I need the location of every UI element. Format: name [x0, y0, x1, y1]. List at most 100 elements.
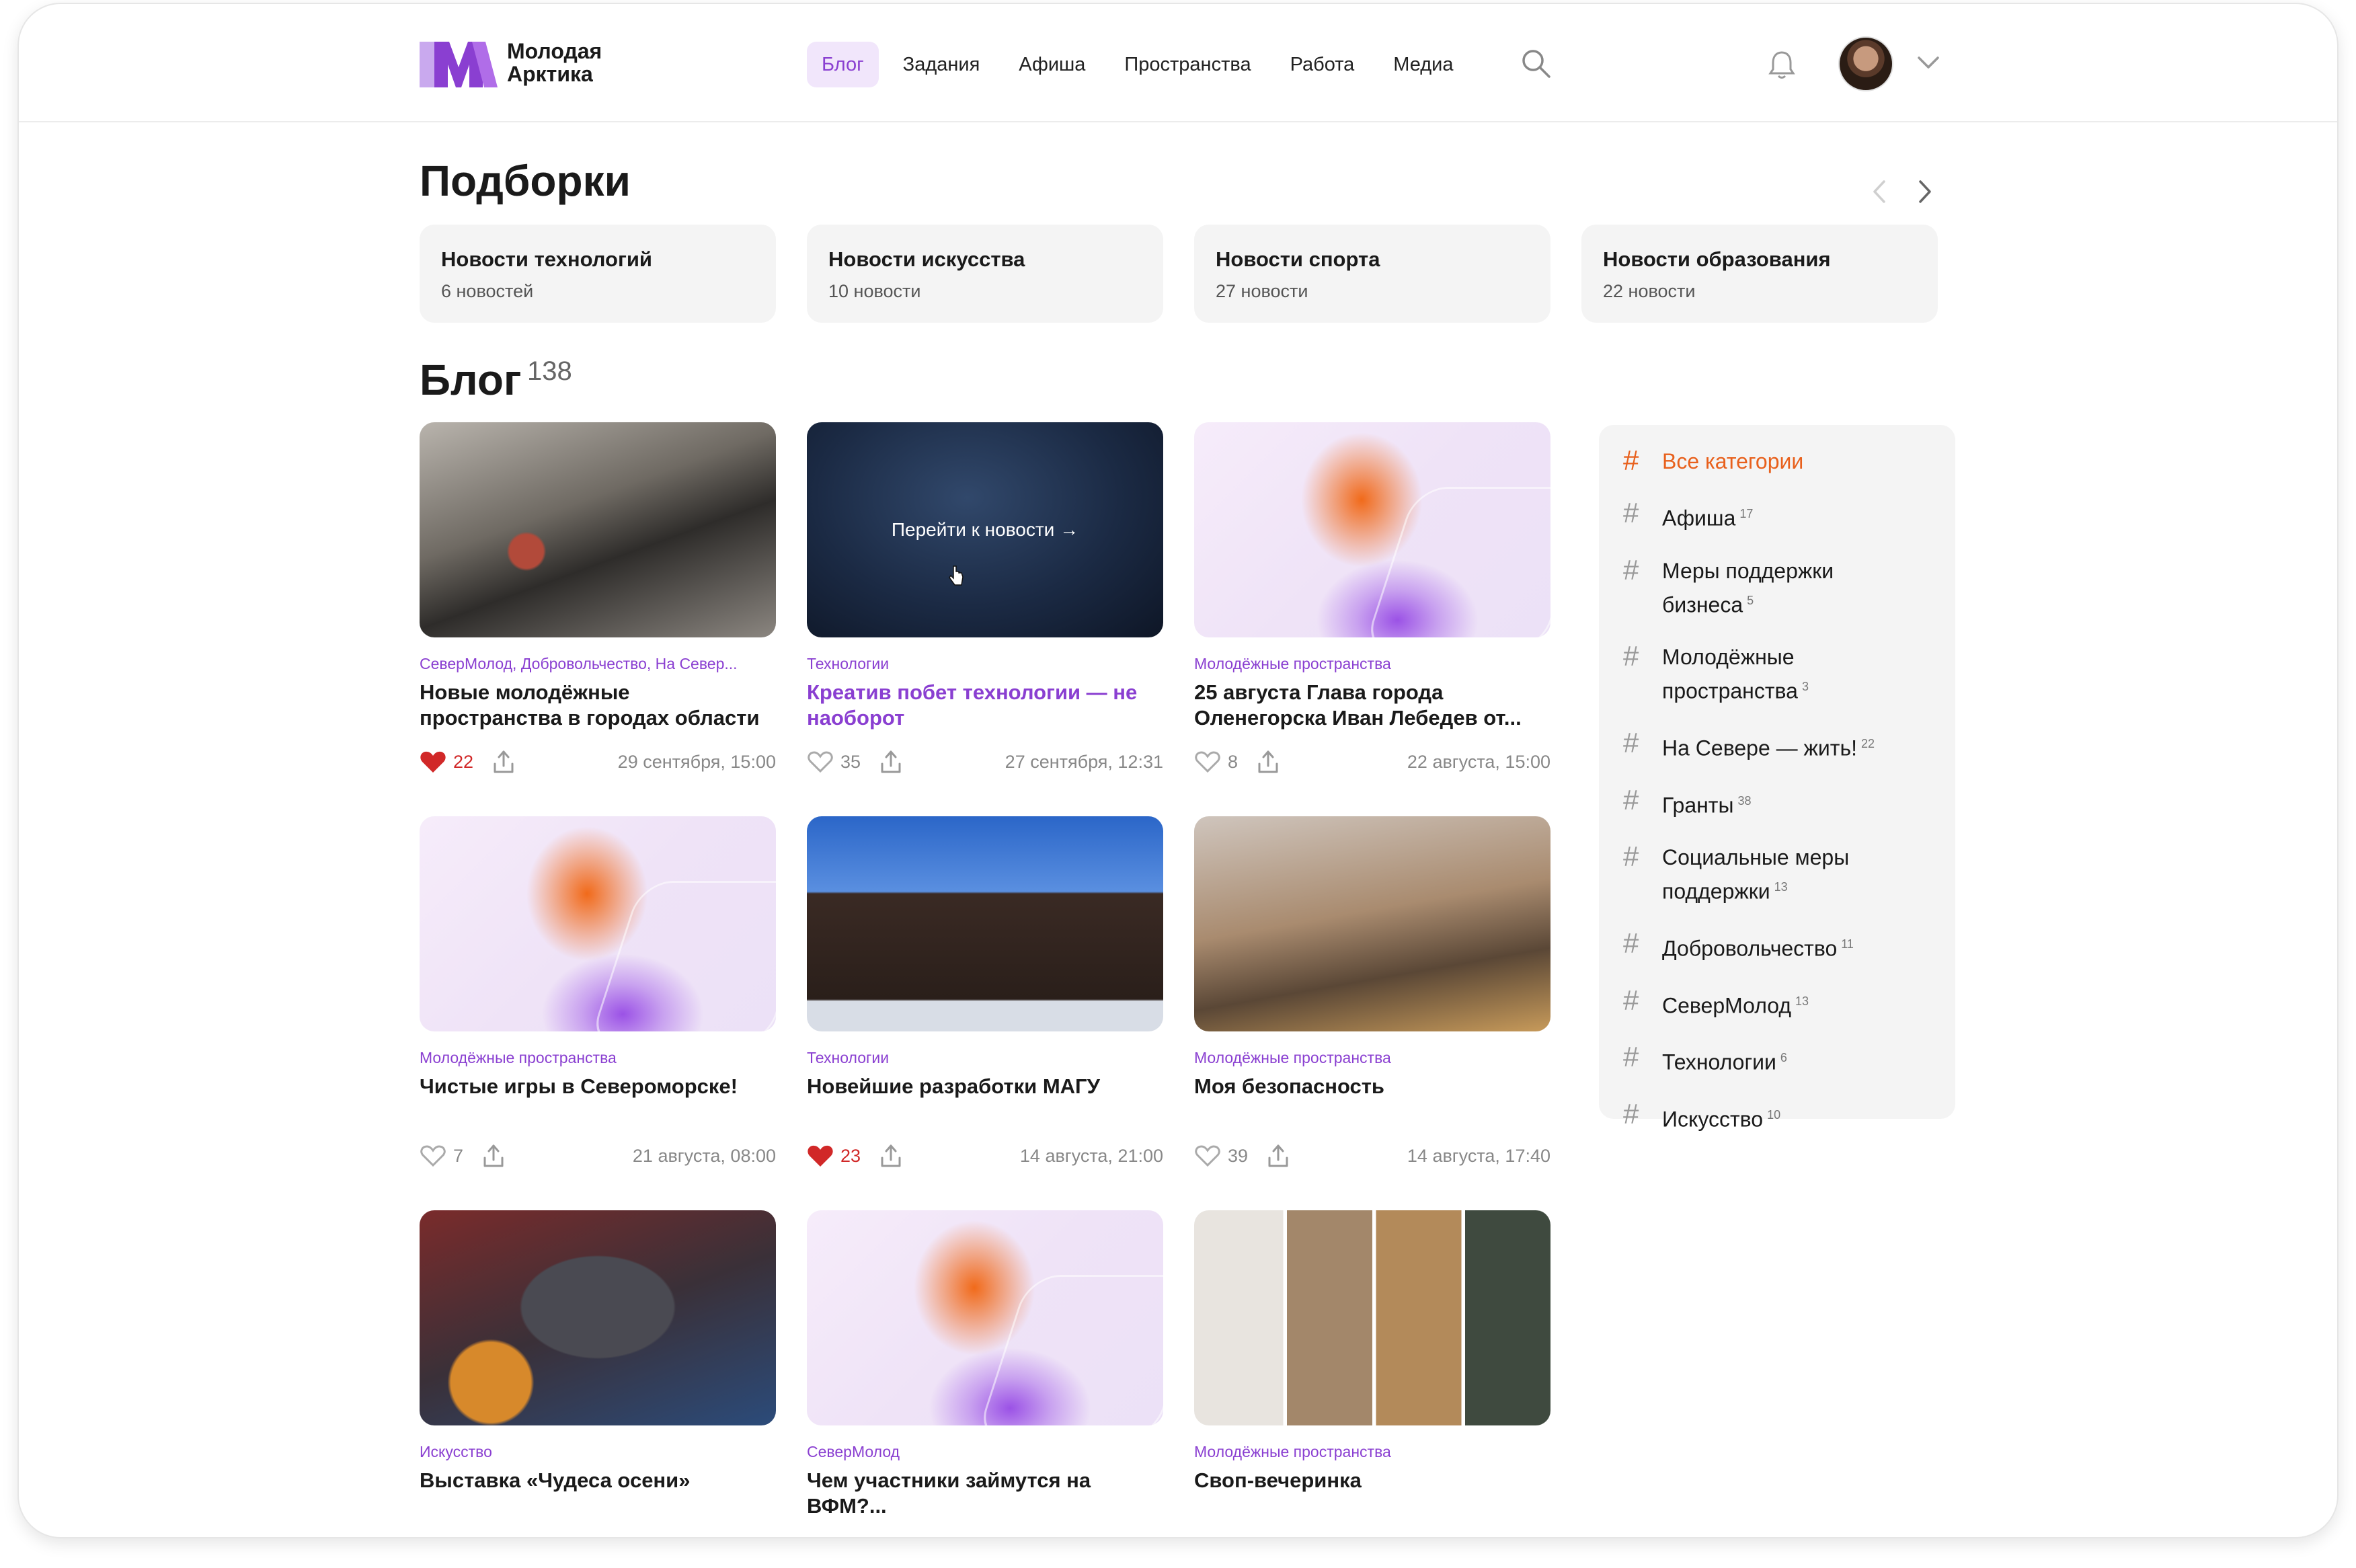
- category-name: На Севере — жить!: [1662, 736, 1858, 760]
- news-image[interactable]: Перейти к новости →: [807, 422, 1163, 637]
- hash-icon: #: [1623, 726, 1639, 758]
- news-title[interactable]: Чем участники займутся на ВФМ?...: [807, 1468, 1163, 1519]
- heart-icon[interactable]: [807, 750, 834, 774]
- nav-spaces[interactable]: Пространства: [1109, 42, 1265, 87]
- collection-card[interactable]: Новости технологий 6 новостей: [420, 225, 776, 323]
- like-count: 7: [453, 1145, 464, 1166]
- collection-card[interactable]: Новости спорта 27 новости: [1194, 225, 1550, 323]
- news-tags[interactable]: Молодёжные пространства: [1194, 1443, 1550, 1461]
- category-all[interactable]: # Все категории: [1623, 446, 1931, 476]
- news-title[interactable]: Своп-вечеринка: [1194, 1468, 1550, 1519]
- nav-work[interactable]: Работа: [1275, 42, 1370, 87]
- collection-card[interactable]: Новости образования 22 новости: [1581, 225, 1938, 323]
- logo-line2: Арктика: [507, 62, 593, 86]
- collection-count: 22 новости: [1603, 281, 1696, 301]
- avatar[interactable]: [1838, 36, 1893, 91]
- share-icon[interactable]: [879, 749, 902, 775]
- arrow-left-icon[interactable]: [1869, 178, 1889, 206]
- logo[interactable]: Молодая Арктика: [420, 38, 602, 87]
- news-title[interactable]: 25 августа Глава города Оленегорска Иван…: [1194, 680, 1550, 731]
- heart-icon[interactable]: [1194, 750, 1221, 774]
- news-card[interactable]: Технологии Новейшие разработки МАГУ 23 1…: [807, 816, 1163, 1169]
- share-icon[interactable]: [1257, 749, 1280, 775]
- news-title[interactable]: Чистые игры в Североморске!: [420, 1074, 776, 1125]
- news-card[interactable]: СеверМолод, Добровольчество, На Север...…: [420, 422, 776, 775]
- news-tags[interactable]: Искусство: [420, 1443, 776, 1461]
- nav-media[interactable]: Медиа: [1378, 42, 1468, 87]
- news-card[interactable]: СеверМолод Чем участники займутся на ВФМ…: [807, 1210, 1163, 1519]
- news-image[interactable]: [807, 816, 1163, 1031]
- news-card[interactable]: Молодёжные пространства 25 августа Глава…: [1194, 422, 1550, 775]
- share-icon[interactable]: [879, 1143, 902, 1169]
- category-live-north[interactable]: # На Севере — жить! 22: [1623, 726, 1931, 763]
- news-image[interactable]: [420, 1210, 776, 1425]
- news-title[interactable]: Выставка «Чудеса осени»: [420, 1468, 776, 1519]
- heart-icon[interactable]: [420, 1144, 446, 1168]
- news-tags[interactable]: Технологии: [807, 655, 1163, 673]
- category-grants[interactable]: # Гранты 38: [1623, 783, 1931, 820]
- go-to-news-link[interactable]: Перейти к новости →: [892, 519, 1078, 541]
- news-card[interactable]: Молодёжные пространства Чистые игры в Се…: [420, 816, 776, 1169]
- news-title[interactable]: Новые молодёжные пространства в городах …: [420, 680, 776, 731]
- news-card[interactable]: Молодёжные пространства Своп-вечеринка: [1194, 1210, 1550, 1519]
- like-count: 35: [840, 751, 861, 772]
- collection-count: 10 новости: [828, 281, 921, 301]
- share-icon[interactable]: [492, 749, 515, 775]
- category-count: 13: [1774, 880, 1788, 894]
- category-label: На Севере — жить! 22: [1662, 729, 1875, 763]
- share-icon[interactable]: [482, 1143, 505, 1169]
- news-image[interactable]: [1194, 816, 1550, 1031]
- news-image[interactable]: [420, 422, 776, 637]
- hash-icon: #: [1623, 984, 1639, 1016]
- news-image[interactable]: [1194, 1210, 1550, 1425]
- heart-icon[interactable]: [807, 1144, 834, 1168]
- share-icon[interactable]: [1267, 1143, 1290, 1169]
- news-meta: 35 27 сентября, 12:31: [807, 748, 1163, 775]
- news-card[interactable]: Перейти к новости → Технологии Креатив п…: [807, 422, 1163, 775]
- hash-icon: #: [1623, 553, 1639, 586]
- news-tags[interactable]: СеверМолод: [807, 1443, 1163, 1461]
- chevron-down-icon[interactable]: [1915, 52, 1942, 73]
- arrow-right-icon[interactable]: [1915, 178, 1935, 206]
- category-name: СеверМолод: [1662, 993, 1792, 1018]
- category-technologies[interactable]: # Технологии 6: [1623, 1043, 1931, 1077]
- categories-sidebar: # Все категории # Афиша 17 # Меры поддерж…: [1599, 425, 1955, 1132]
- news-tags[interactable]: СеверМолод, Добровольчество, На Север...: [420, 655, 776, 673]
- news-tags[interactable]: Технологии: [807, 1049, 1163, 1067]
- news-tags[interactable]: Молодёжные пространства: [420, 1049, 776, 1067]
- news-title[interactable]: Креатив побет технологии — не наоборот: [807, 680, 1163, 731]
- news-tags[interactable]: Молодёжные пространства: [1194, 655, 1550, 673]
- news-image-placeholder[interactable]: [807, 1210, 1163, 1425]
- search-icon[interactable]: [1520, 47, 1552, 79]
- news-image-placeholder[interactable]: [1194, 422, 1550, 637]
- bell-icon[interactable]: [1767, 48, 1797, 81]
- collection-card[interactable]: Новости искусства 10 новости: [807, 225, 1163, 323]
- hover-overlay[interactable]: Перейти к новости →: [807, 422, 1163, 637]
- category-label: Афиша 17: [1662, 499, 1753, 533]
- heart-icon[interactable]: [1194, 1144, 1221, 1168]
- category-youth-spaces[interactable]: # Молодёжные пространства 3: [1623, 642, 1931, 706]
- category-art[interactable]: # Искусство 10: [1623, 1099, 1931, 1134]
- category-social-support[interactable]: # Социальные меры поддержки 13: [1623, 842, 1931, 906]
- category-business-support[interactable]: # Меры поддержки бизнеса 5: [1623, 553, 1931, 620]
- category-volunteering[interactable]: # Добровольчество 11: [1623, 929, 1931, 964]
- app-window: Молодая Арктика Блог Задания Афиша Прост…: [17, 3, 2339, 1538]
- category-severmolod[interactable]: # СеверМолод 13: [1623, 986, 1931, 1021]
- news-meta: 23 14 августа, 21:00: [807, 1142, 1163, 1169]
- nav-afisha[interactable]: Афиша: [1004, 42, 1100, 87]
- hash-icon: #: [1623, 783, 1639, 816]
- news-title[interactable]: Новейшие разработки МАГУ: [807, 1074, 1163, 1125]
- news-card[interactable]: Молодёжные пространства Моя безопасность…: [1194, 816, 1550, 1169]
- news-tags[interactable]: Молодёжные пространства: [1194, 1049, 1550, 1067]
- news-card[interactable]: Искусство Выставка «Чудеса осени»: [420, 1210, 776, 1519]
- nav-tasks[interactable]: Задания: [888, 42, 995, 87]
- logo-text: Молодая Арктика: [507, 40, 602, 85]
- nav-blog[interactable]: Блог: [807, 42, 879, 87]
- category-afisha[interactable]: # Афиша 17: [1623, 499, 1931, 533]
- category-label: Технологии 6: [1662, 1043, 1787, 1077]
- heart-icon[interactable]: [420, 750, 446, 774]
- news-title[interactable]: Моя безопасность: [1194, 1074, 1550, 1125]
- blog-title: Блог: [420, 356, 522, 404]
- like-count: 8: [1228, 751, 1239, 772]
- news-image-placeholder[interactable]: [420, 816, 776, 1031]
